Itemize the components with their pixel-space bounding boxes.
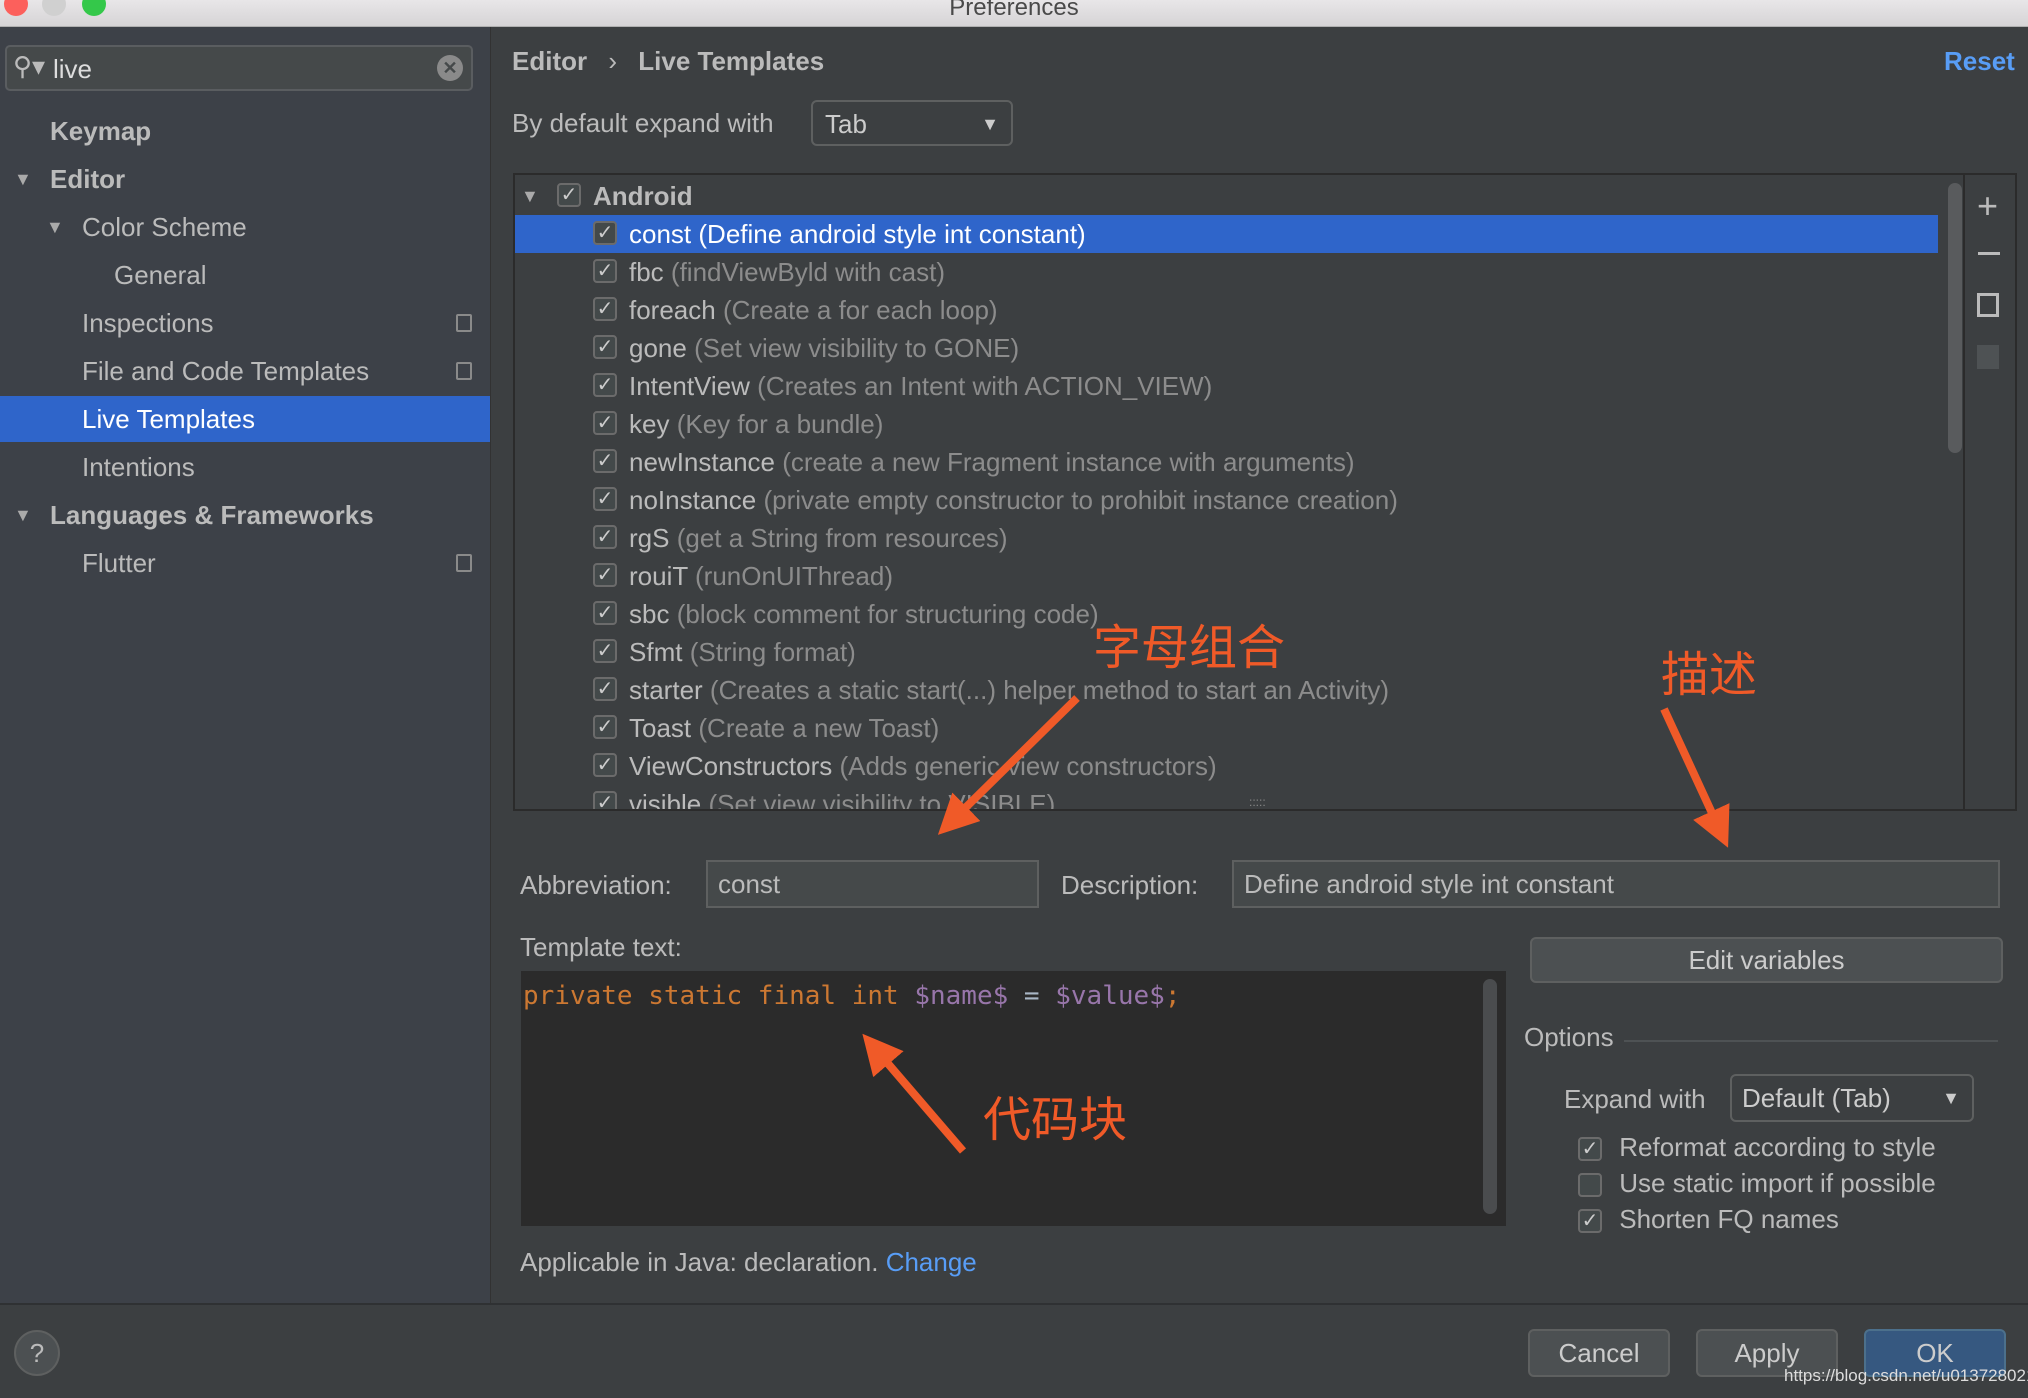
arrow-description bbox=[1660, 707, 1730, 848]
annotation-arrows bbox=[862, 695, 1730, 1154]
arrow-abbreviation bbox=[937, 695, 1080, 835]
arrow-code bbox=[862, 1033, 967, 1154]
